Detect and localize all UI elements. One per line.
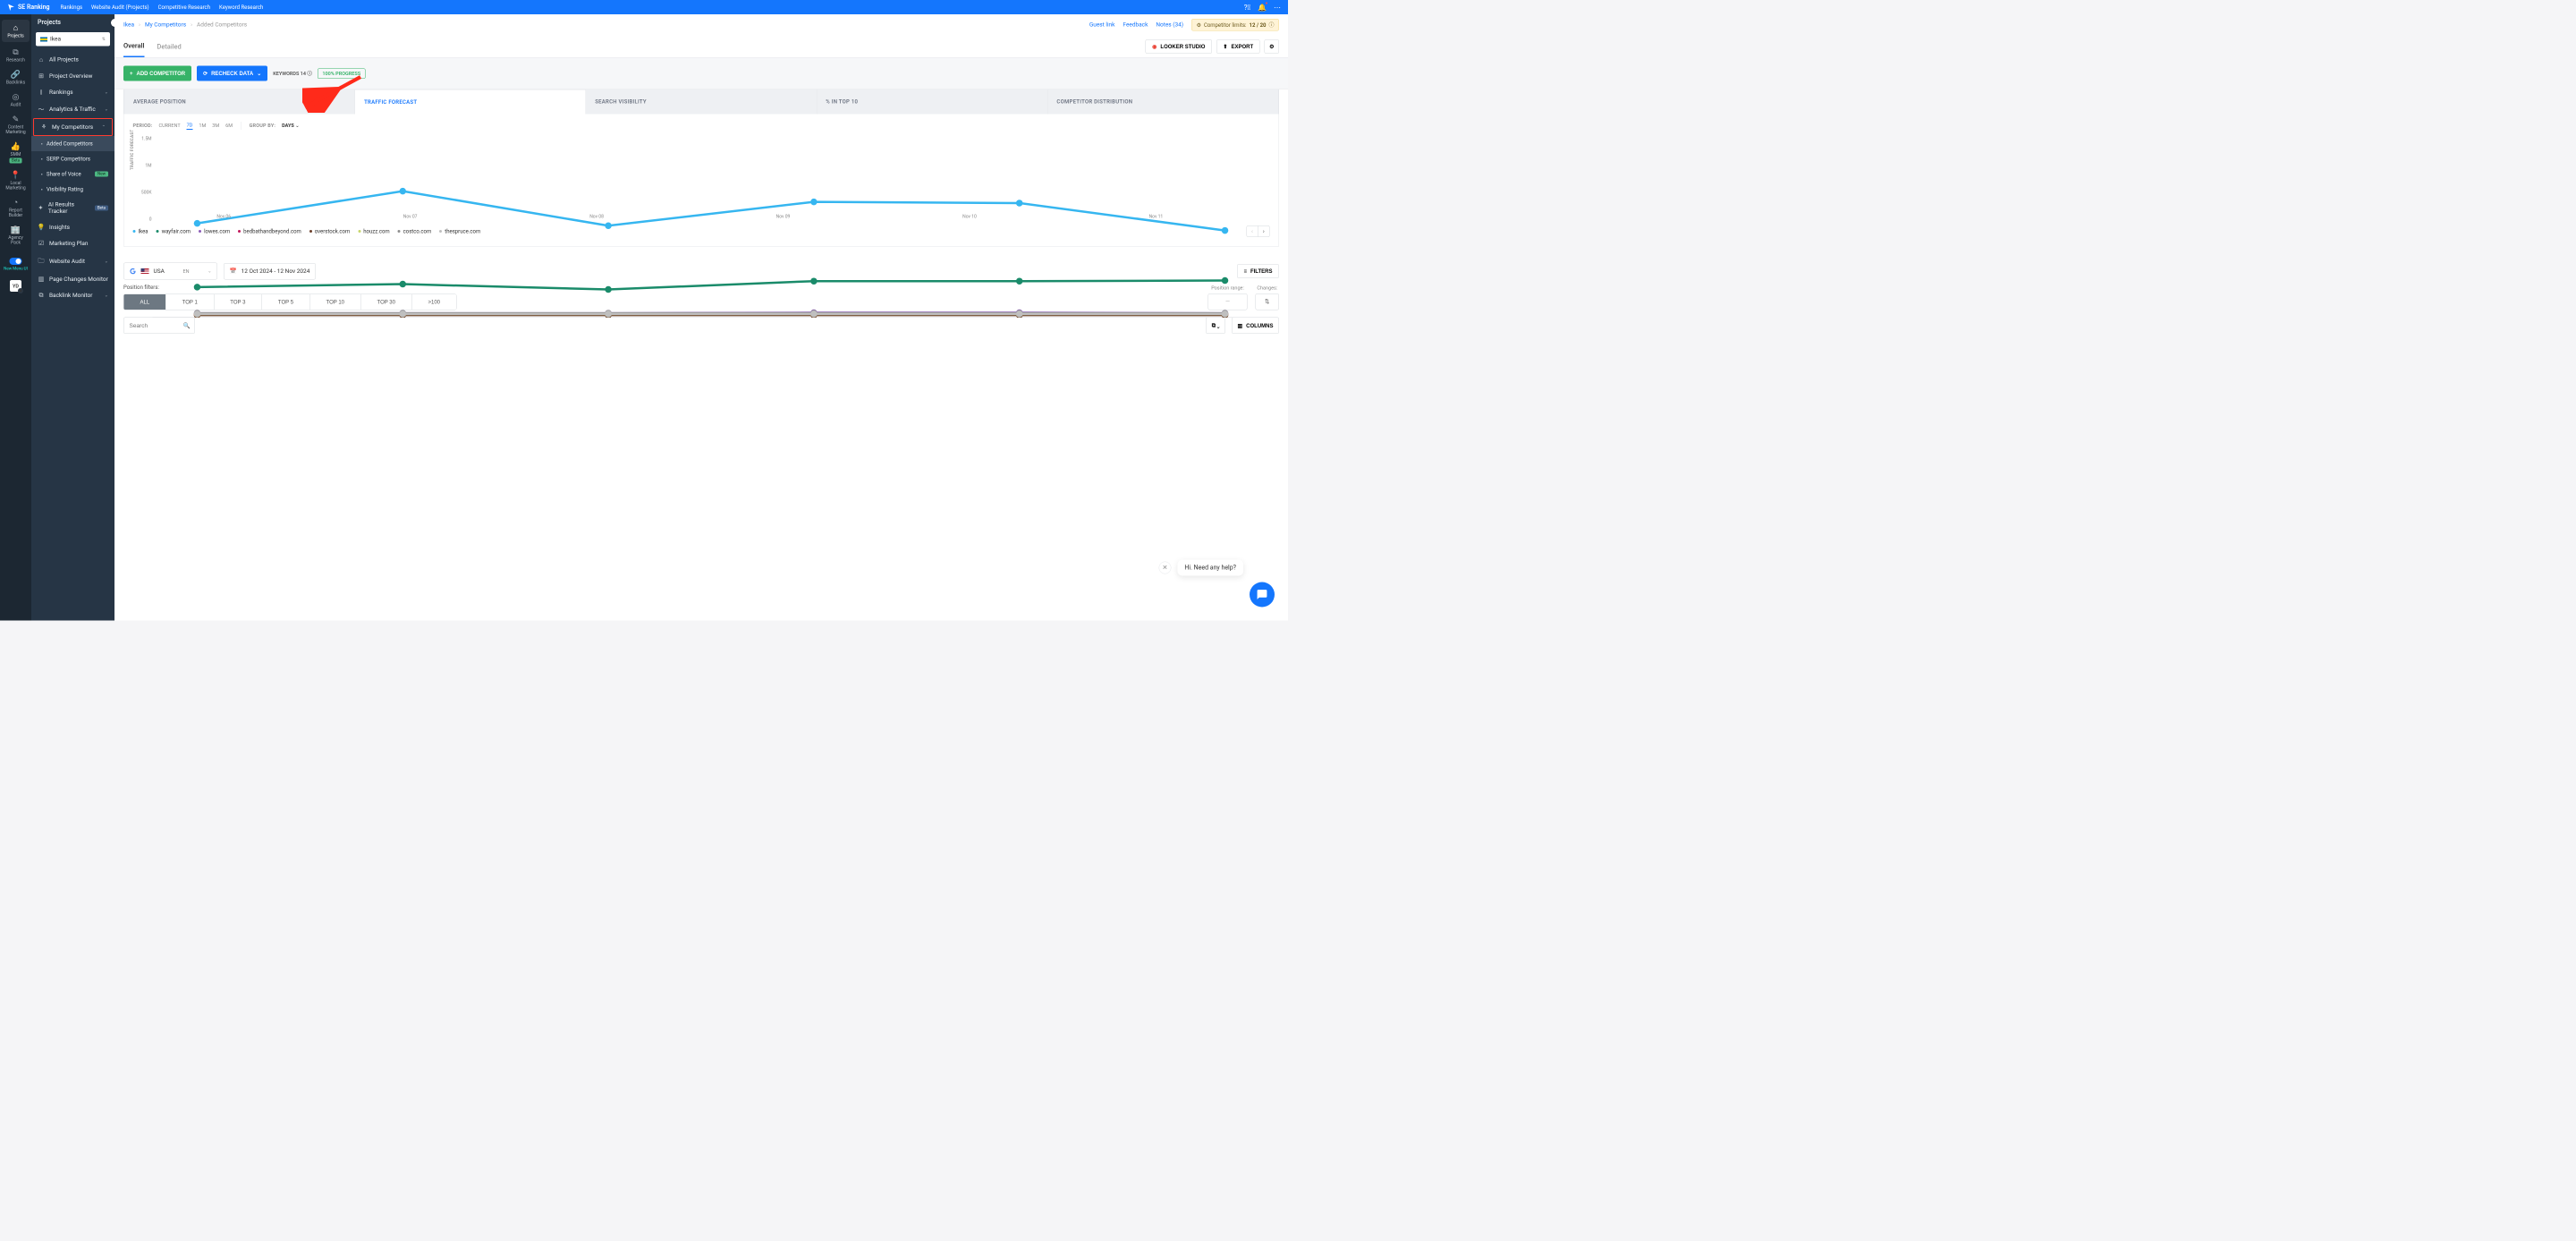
period-7d[interactable]: 7D (187, 122, 193, 131)
gear-icon: ⚙ (18, 288, 23, 293)
notes-link[interactable]: Notes (34) (1156, 21, 1183, 29)
recheck-data-button[interactable]: ⟳RECHECK DATA⌄ (197, 66, 267, 81)
tab-detailed[interactable]: Detailed (157, 36, 181, 56)
google-icon (130, 268, 137, 275)
sidebar-analytics-traffic[interactable]: 〜Analytics & Traffic⌄ (31, 100, 114, 118)
feedback-link[interactable]: Feedback (1123, 21, 1148, 29)
crumb-current: Added Competitors (197, 21, 247, 29)
rail-report[interactable]: ◔Report Builder (0, 194, 31, 222)
search-icon: 🔍 (183, 322, 191, 329)
topnav-rankings[interactable]: Rankings (60, 4, 82, 11)
crumb-ikea[interactable]: Ikea (123, 21, 134, 29)
help-message: Hi. Need any help? (1177, 560, 1243, 576)
flag-us-icon (141, 268, 149, 274)
copy-button[interactable]: ⧉ ⌄ (1206, 318, 1225, 335)
groupby-label: GROUP BY: (250, 123, 276, 129)
rail-research[interactable]: ⧉Research (0, 44, 31, 66)
flag-icon (40, 37, 47, 41)
metric-search-visibility[interactable]: SEARCH VISIBILITY (586, 89, 817, 115)
help-icon[interactable]: ?⃝ (1244, 3, 1250, 12)
sidebar-all-projects[interactable]: ⌂All Projects (31, 52, 114, 69)
guest-link[interactable]: Guest link (1089, 21, 1115, 29)
sidebar-my-competitors[interactable]: ⚘My Competitors⌃ (33, 118, 113, 136)
help-tooltip: ✕ Hi. Need any help? (1158, 560, 1243, 576)
user-avatar[interactable]: YD⚙ (10, 280, 21, 292)
crumb-mycompetitors[interactable]: My Competitors (145, 21, 186, 29)
rail-audit[interactable]: ◎Audit (0, 89, 31, 111)
topbar: SE Ranking Rankings Website Audit (Proje… (0, 0, 1288, 14)
period-current[interactable]: CURRENT (158, 122, 180, 130)
search-input-wrap: 🔍 (123, 318, 195, 335)
sidebar: Projects ‹ Ikea ⇅ ⌂All Projects ⊞Project… (31, 14, 114, 621)
more-icon[interactable]: ⋯ (1274, 3, 1281, 12)
menu-ui-toggle[interactable] (10, 258, 22, 265)
sidebar-backlink-monitor[interactable]: ⧉Backlink Monitor⌄ (31, 287, 114, 303)
chevron-updown-icon: ⇅ (102, 37, 106, 42)
rail-projects[interactable]: ⌂Projects (2, 20, 30, 42)
sidebar-serp-competitors[interactable]: SERP Competitors (31, 151, 114, 166)
columns-icon: ▥ (1237, 322, 1242, 328)
top-nav: Rankings Website Audit (Projects) Compet… (60, 4, 263, 11)
sidebar-title: Projects ‹ (31, 14, 114, 30)
menu-ui-label: New Menu UI (4, 267, 28, 271)
keywords-count: KEYWORDS 14 ⓘ (273, 70, 312, 77)
competitor-limits: ⚙Competitor limits: 12 / 20 ⓘ (1191, 19, 1279, 31)
rail-content[interactable]: ✎Content Marketing (0, 111, 31, 139)
progress-tag: 100% PROGRESS (318, 68, 366, 79)
sidebar-visibility-rating[interactable]: Visibility Rating (31, 182, 114, 197)
metric-comp-distribution[interactable]: COMPETITOR DISTRIBUTION (1047, 89, 1278, 115)
metric-traffic-forecast[interactable]: TRAFFIC FORECAST (355, 89, 586, 115)
sidebar-website-audit[interactable]: 🗀Website Audit⌄ (31, 251, 114, 271)
topnav-audit[interactable]: Website Audit (Projects) (91, 4, 149, 11)
breadcrumb: Ikea › My Competitors › Added Competitor… (114, 14, 1288, 36)
rail-local[interactable]: 📍Local Marketing (0, 167, 31, 195)
settings-button[interactable]: ⚙ (1265, 39, 1279, 54)
topnav-keyword[interactable]: Keyword Research (219, 4, 263, 11)
topnav-competitive[interactable]: Competitive Research (158, 4, 210, 11)
sidebar-project-overview[interactable]: ⊞Project Overview (31, 68, 114, 84)
rail-agency[interactable]: 🏢Agency Pack (0, 222, 31, 250)
metric-avg-position[interactable]: AVERAGE POSITION (124, 89, 356, 115)
sidebar-ai-results[interactable]: ✦AI Results TrackerBeta (31, 197, 114, 219)
tab-overall[interactable]: Overall (123, 36, 144, 58)
columns-button[interactable]: ▥COLUMNS (1232, 318, 1279, 335)
export-button[interactable]: ⬆EXPORT (1216, 39, 1260, 54)
rail-smm[interactable]: 👍SMMBeta (0, 139, 31, 167)
period-label: PERIOD: (133, 123, 153, 129)
period-3m[interactable]: 3M (212, 122, 219, 130)
rail-backlinks[interactable]: 🔗Backlinks (0, 66, 31, 89)
sidebar-insights[interactable]: 💡Insights (31, 219, 114, 235)
main-content: Ikea › My Competitors › Added Competitor… (114, 14, 1288, 621)
period-6m[interactable]: 6M (225, 122, 233, 130)
brand-logo[interactable]: SE Ranking (7, 4, 49, 12)
nav-rail: ⌂Projects ⧉Research 🔗Backlinks ◎Audit ✎C… (0, 14, 31, 621)
sidebar-marketing-plan[interactable]: ☑Marketing Plan (31, 235, 114, 251)
sidebar-page-changes[interactable]: ▥Page Changes Monitor (31, 271, 114, 287)
traffic-forecast-chart: TRAFFIC FORECAST 1.5M 1M 500K 0 Nov 06 N… (133, 139, 1270, 219)
bell-icon[interactable]: 🔔 (1258, 3, 1267, 12)
period-1m[interactable]: 1M (199, 122, 206, 130)
close-help-button[interactable]: ✕ (1158, 562, 1171, 574)
legend-item[interactable]: Ikea (133, 228, 148, 234)
metric-pct-top10[interactable]: % IN TOP 10 (817, 89, 1047, 115)
groupby-select[interactable]: DAYS ⌄ (282, 123, 300, 129)
sidebar-share-of-voice[interactable]: Share of VoiceNew (31, 166, 114, 182)
project-selector[interactable]: Ikea ⇅ (36, 32, 110, 47)
chat-fab[interactable] (1250, 582, 1275, 608)
add-competitor-button[interactable]: +ADD COMPETITOR (123, 66, 191, 81)
sidebar-rankings[interactable]: ⫾Rankings⌄ (31, 84, 114, 100)
looker-studio-button[interactable]: ◉LOOKER STUDIO (1146, 39, 1212, 54)
sidebar-added-competitors[interactable]: Added Competitors (31, 136, 114, 151)
